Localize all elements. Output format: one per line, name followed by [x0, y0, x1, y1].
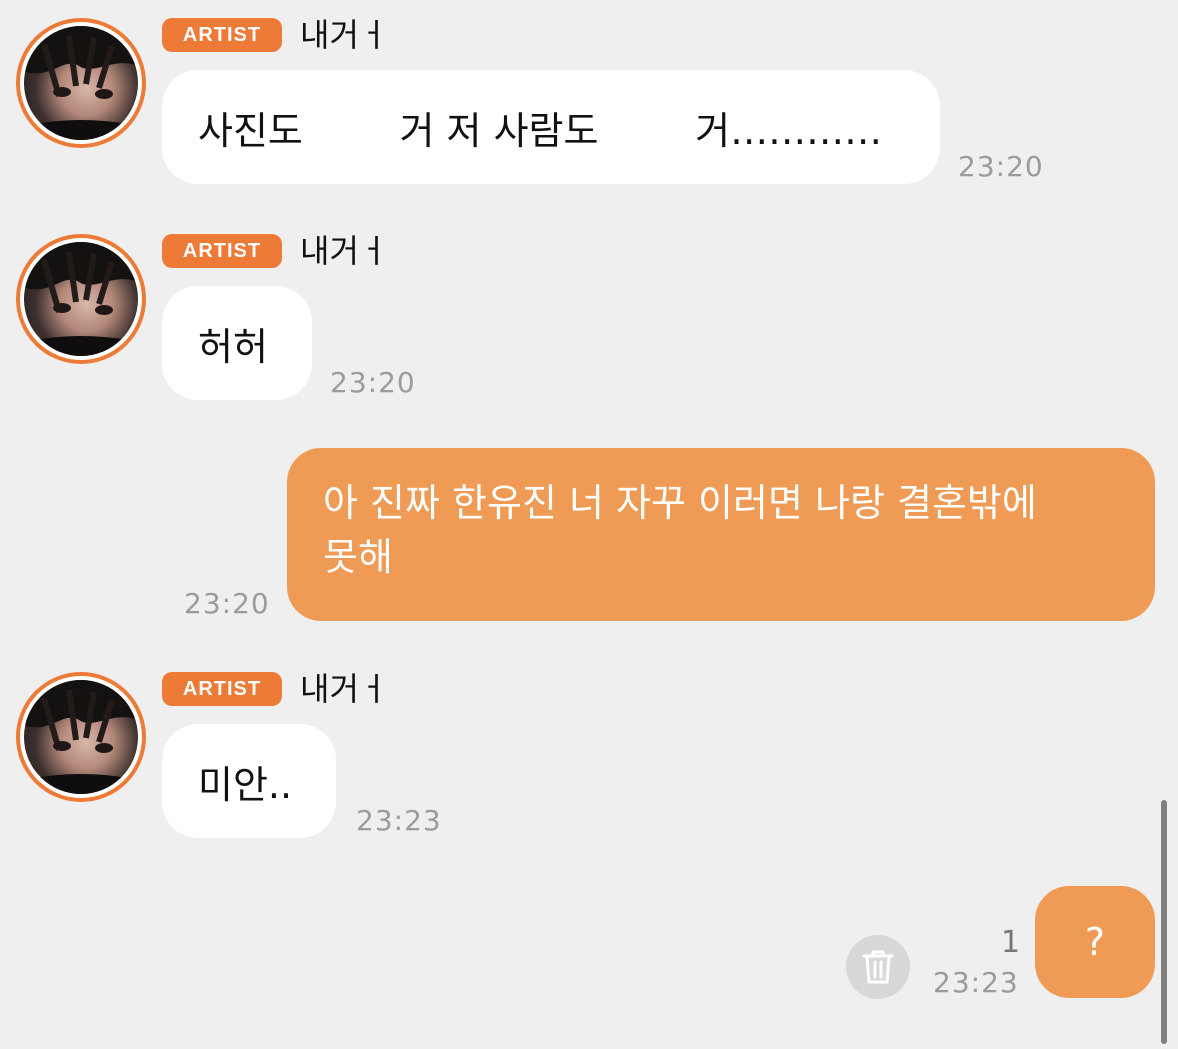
message-time: 23:20	[330, 366, 416, 399]
artist-badge: ARTIST	[162, 18, 282, 52]
message-text-line: 못해	[323, 535, 393, 579]
avatar[interactable]	[16, 672, 146, 802]
message-time: 23:20	[958, 150, 1044, 183]
message-bubble[interactable]: 사진도 거 저 사람도 거…………	[162, 70, 940, 184]
message-text: ?	[1084, 920, 1106, 964]
sender-name: 내거ㅓ	[300, 16, 389, 54]
avatar-image	[24, 242, 138, 356]
message-time: 23:20	[184, 587, 270, 620]
avatar-image	[24, 26, 138, 140]
message-bubble[interactable]: ?	[1035, 886, 1155, 998]
message-bubble[interactable]: 허허	[162, 286, 312, 400]
message-text: 미안..	[198, 762, 293, 807]
avatar[interactable]	[16, 18, 146, 148]
delete-button[interactable]	[846, 935, 910, 999]
message-bubble[interactable]: 미안..	[162, 724, 336, 838]
message-text: 사진도 거 저 사람도 거…………	[198, 108, 883, 153]
unread-count: 1	[1001, 925, 1022, 960]
artist-badge: ARTIST	[162, 672, 282, 706]
message-time: 23:23	[933, 966, 1019, 999]
avatar-image	[24, 680, 138, 794]
scrollbar[interactable]	[1161, 800, 1167, 1044]
message-text: 허허	[198, 324, 268, 369]
message-text-line: 아 진짜 한유진 너 자꾸 이러면 나랑 결혼밖에	[323, 481, 1037, 525]
message-bubble[interactable]: 아 진짜 한유진 너 자꾸 이러면 나랑 결혼밖에 못해	[287, 448, 1155, 621]
sender-name: 내거ㅓ	[300, 232, 389, 270]
artist-badge: ARTIST	[162, 234, 282, 268]
sender-name: 내거ㅓ	[300, 670, 389, 708]
message-time: 23:23	[356, 804, 442, 837]
avatar[interactable]	[16, 234, 146, 364]
trash-icon	[862, 950, 894, 984]
